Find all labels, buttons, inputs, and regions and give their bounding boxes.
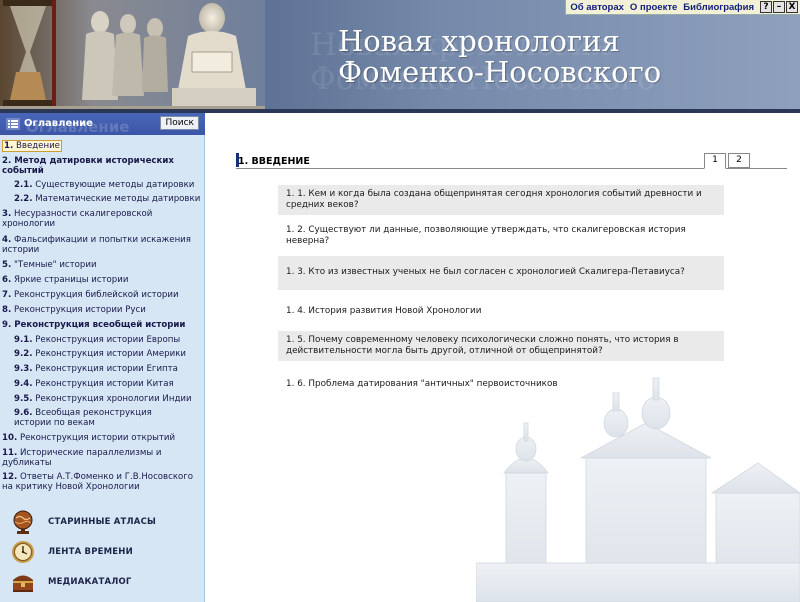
top-links-bar: Об авторах О проекте Библиография ? – X xyxy=(565,0,800,15)
toc-item-9-1[interactable]: 9.1. Реконструкция истории Европы xyxy=(14,335,202,345)
toc-item-8[interactable]: 8. Реконструкция истории Руси xyxy=(2,305,202,315)
question-item-1[interactable]: 1. 1. Кем и когда была создана общеприня… xyxy=(278,185,724,215)
sidebar-title: Оглавление xyxy=(24,118,93,129)
toc-item-9-3[interactable]: 9.3. Реконструкция истории Египта xyxy=(14,364,202,374)
main-content: 1. ВВЕДЕНИЕ 1 2 1. 1. Кем и когда была с… xyxy=(206,113,800,602)
toc-item-4[interactable]: 4. Фальсификации и попытки искажения ист… xyxy=(2,235,202,255)
question-item-6[interactable]: 1. 6. Проблема датирования "античных" пе… xyxy=(278,375,724,394)
page-tab-1[interactable]: 1 xyxy=(704,153,726,169)
toc-item-7[interactable]: 7. Реконструкция библейской истории xyxy=(2,290,202,300)
toc-item-10[interactable]: 10. Реконструкция истории открытий xyxy=(2,433,202,443)
toc-item-2-1[interactable]: 2.1. Существующие методы датировки xyxy=(14,180,202,190)
toc-item-9-2[interactable]: 9.2. Реконструкция истории Америки xyxy=(14,349,202,359)
chest-icon xyxy=(13,575,33,592)
timeline-label: ЛЕНТА ВРЕМЕНИ xyxy=(48,547,133,557)
sidebar: Оглавление Оглавление Поиск 1. Введение … xyxy=(0,113,205,602)
page-tab-2[interactable]: 2 xyxy=(728,153,750,168)
app-header: Новая хронология Фоменко-Носовского Нова… xyxy=(0,0,800,113)
question-item-3[interactable]: 1. 3. Кто из известных ученых не был сог… xyxy=(278,256,724,290)
close-button[interactable]: X xyxy=(786,1,798,13)
sculpture-collage-image xyxy=(0,0,265,113)
toc-item-3[interactable]: 3. Несуразности скалигеровской хронологи… xyxy=(2,209,202,229)
toc-item-9-4[interactable]: 9.4. Реконструкция истории Китая xyxy=(14,379,202,389)
page-tabs: 1 2 xyxy=(704,153,752,169)
toc-item-9[interactable]: 9. Реконструкция всеобщей истории xyxy=(2,320,202,330)
media-catalog-link[interactable]: МЕДИАКАТАЛОГ xyxy=(10,569,200,595)
toc-item-9-6[interactable]: 9.6. Всеобщая реконструкция истории по в… xyxy=(14,408,164,428)
timeline-link[interactable]: ЛЕНТА ВРЕМЕНИ xyxy=(10,539,200,565)
bibliography-link[interactable]: Библиография xyxy=(683,2,754,13)
toc-item-11[interactable]: 11. Исторические параллелизмы и дубликат… xyxy=(2,448,162,468)
toc-item-12[interactable]: 12. Ответы А.Т.Фоменко и Г.В.Носовского … xyxy=(2,472,202,492)
section-title: 1. ВВЕДЕНИЕ xyxy=(238,156,310,167)
help-button[interactable]: ? xyxy=(760,1,772,13)
about-project-link[interactable]: О проекте xyxy=(630,2,677,13)
globe-icon xyxy=(13,510,33,534)
toc-item-2-2[interactable]: 2.2. Математические методы датировки xyxy=(14,194,202,204)
sidebar-bottom-links: СТАРИННЫЕ АТЛАСЫ ЛЕНТА ВРЕМЕНИ МЕДИАКАТА… xyxy=(0,503,205,602)
search-button[interactable]: Поиск xyxy=(160,116,199,130)
media-catalog-label: МЕДИАКАТАЛОГ xyxy=(48,577,132,587)
question-item-5[interactable]: 1. 5. Почему современному человеку психо… xyxy=(278,331,724,361)
question-item-2[interactable]: 1. 2. Существуют ли данные, позволяющие … xyxy=(278,221,724,251)
question-item-4[interactable]: 1. 4. История развития Новой Хронологии xyxy=(278,302,724,321)
toc-item-6[interactable]: 6. Яркие страницы истории xyxy=(2,275,202,285)
app-title-line-1: Новая хронология xyxy=(338,24,620,58)
monastery-watermark-image xyxy=(476,377,800,602)
toc-item-2[interactable]: 2. Метод датировки исторических событий xyxy=(2,156,202,176)
about-authors-link[interactable]: Об авторах xyxy=(570,2,624,13)
app-title-line-2: Фоменко-Носовского xyxy=(338,55,662,89)
app-title: Новая хронология Фоменко-Носовского xyxy=(338,26,661,88)
minimize-button[interactable]: – xyxy=(773,1,785,13)
old-atlases-label: СТАРИННЫЕ АТЛАСЫ xyxy=(48,517,157,527)
window-controls: ? – X xyxy=(760,1,798,13)
clock-icon xyxy=(12,541,34,563)
toc-item-5[interactable]: 5. "Темные" истории xyxy=(2,260,202,270)
toc-item-9-5[interactable]: 9.5. Реконструкция хронологии Индии xyxy=(14,394,202,404)
sidebar-header: Оглавление Оглавление Поиск xyxy=(0,113,205,135)
old-atlases-link[interactable]: СТАРИННЫЕ АТЛАСЫ xyxy=(10,509,200,535)
list-icon xyxy=(6,118,20,130)
toc-item-1[interactable]: 1. Введение xyxy=(2,140,62,152)
